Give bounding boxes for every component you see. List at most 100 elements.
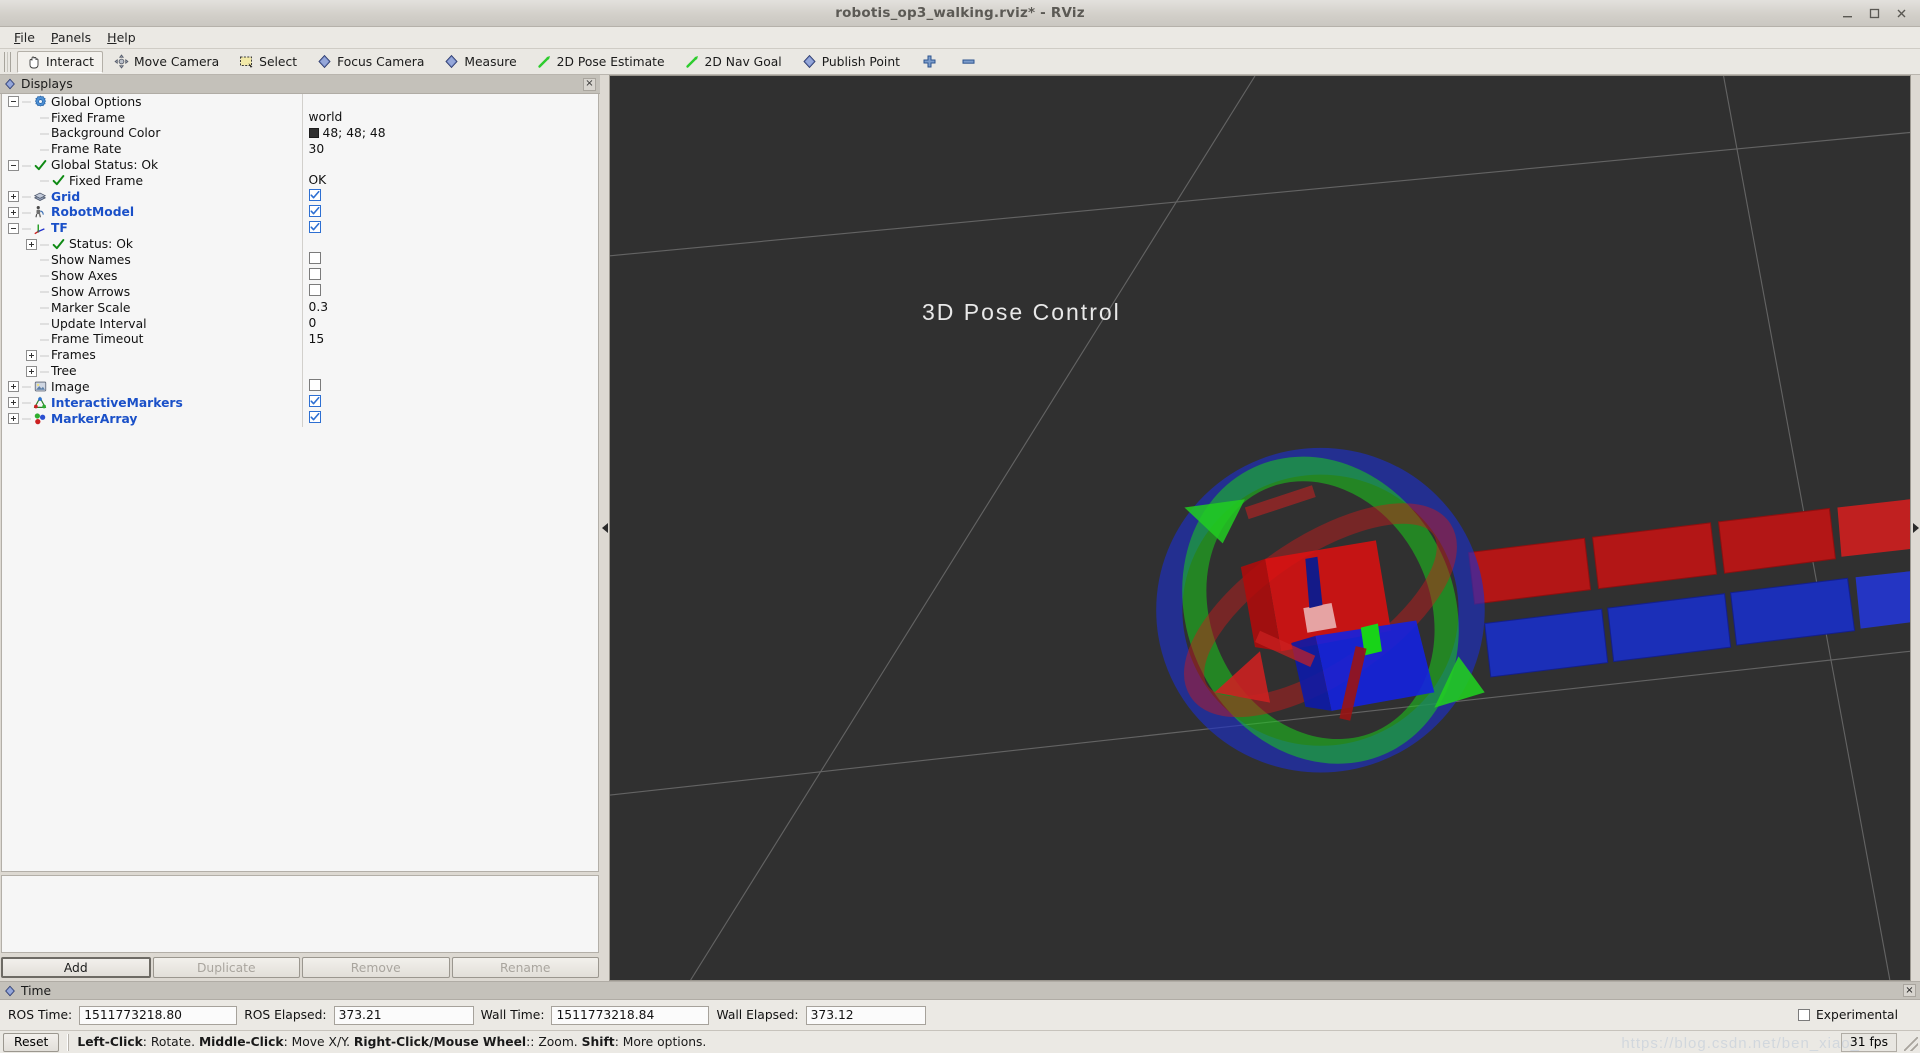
tool-2d-nav-goal[interactable]: 2D Nav Goal: [676, 51, 791, 73]
tree-row[interactable]: InteractiveMarkers: [2, 394, 598, 411]
checkbox-unchecked[interactable]: [308, 251, 321, 264]
tree-row[interactable]: Frames: [2, 347, 598, 364]
collapse-right-arrow-icon[interactable]: [1912, 523, 1919, 533]
ros-time-field[interactable]: 1511773218.80: [79, 1005, 238, 1025]
tree-row-value-cell[interactable]: [301, 267, 598, 284]
checkbox-unchecked[interactable]: [308, 283, 321, 296]
add-button[interactable]: Add: [1, 957, 151, 978]
experimental-toggle[interactable]: Experimental: [1797, 1008, 1912, 1022]
tree-row-value-cell[interactable]: 15: [301, 331, 598, 348]
tree-row-value-cell[interactable]: [301, 363, 598, 379]
maximize-icon[interactable]: [1868, 7, 1881, 20]
checkbox-unchecked[interactable]: [308, 267, 321, 280]
tree-row[interactable]: Status: Ok: [2, 236, 598, 252]
tree-row-value-cell[interactable]: [301, 220, 598, 237]
tree-row[interactable]: RobotModel: [2, 204, 598, 221]
tool-add[interactable]: [911, 51, 948, 73]
tree-row[interactable]: Global Options: [2, 94, 598, 110]
tool-2d-pose-estimate[interactable]: 2D Pose Estimate: [528, 51, 674, 73]
tree-row[interactable]: Marker Scale 0.3: [2, 299, 598, 316]
expand-icon[interactable]: [8, 381, 19, 393]
tool-remove[interactable]: [950, 51, 987, 73]
tree-row[interactable]: Frame Timeout 15: [2, 331, 598, 348]
tree-row[interactable]: MarkerArray: [2, 410, 598, 427]
tree-row-value-cell[interactable]: [301, 283, 598, 300]
tree-row-value-cell[interactable]: OK: [301, 172, 598, 189]
checkbox-checked[interactable]: [308, 220, 321, 233]
tree-row[interactable]: Global Status: Ok: [2, 157, 598, 173]
tree-row-value-cell[interactable]: 48; 48; 48: [301, 125, 598, 142]
tree-row[interactable]: Update Interval 0: [2, 315, 598, 332]
tree-row-value-cell[interactable]: [301, 157, 598, 173]
tool-select[interactable]: Select: [230, 51, 306, 73]
time-close-icon[interactable]: ×: [1903, 984, 1916, 997]
expand-icon[interactable]: [8, 206, 19, 218]
checkbox-checked[interactable]: [308, 189, 321, 202]
close-icon[interactable]: [1895, 7, 1908, 20]
tree-row-value-cell[interactable]: [301, 394, 598, 411]
tree-row[interactable]: Tree: [2, 363, 598, 379]
tree-row[interactable]: Grid: [2, 188, 598, 205]
tool-interact[interactable]: Interact: [17, 50, 103, 73]
tree-row-value-cell[interactable]: 30: [301, 141, 598, 158]
expand-icon[interactable]: [8, 413, 19, 425]
tree-row[interactable]: TF: [2, 220, 598, 237]
checkbox-unchecked[interactable]: [308, 378, 321, 391]
render-viewport[interactable]: 3D Pose Control: [609, 75, 1911, 981]
tree-row-value-cell[interactable]: [301, 378, 598, 395]
tree-row[interactable]: Show Arrows: [2, 283, 598, 300]
tool-publish-point[interactable]: Publish Point: [793, 51, 909, 73]
collapse-icon[interactable]: [8, 159, 19, 171]
checkbox-checked[interactable]: [308, 411, 321, 424]
tree-row-value-cell[interactable]: [301, 94, 598, 110]
tree-row-value-cell[interactable]: [301, 204, 598, 221]
expand-icon[interactable]: [8, 397, 19, 409]
tree-row-value-cell[interactable]: [301, 188, 598, 205]
checkbox-checked[interactable]: [308, 395, 321, 408]
expand-icon[interactable]: [8, 191, 19, 203]
tool-move-camera[interactable]: Move Camera: [105, 51, 228, 73]
collapse-icon[interactable]: [8, 222, 19, 234]
menu-file[interactable]: File: [6, 28, 43, 47]
tree-row-value-cell[interactable]: 0: [301, 315, 598, 332]
tree-row[interactable]: Frame Rate 30: [2, 141, 598, 158]
displays-tree[interactable]: Global Options Fixed Frame world Background…: [1, 94, 599, 872]
minimize-icon[interactable]: [1841, 7, 1854, 20]
remove-button[interactable]: Remove: [302, 957, 450, 978]
right-dock-splitter[interactable]: [1911, 75, 1920, 981]
color-swatch[interactable]: [308, 127, 319, 138]
tree-row-value-cell[interactable]: [301, 251, 598, 268]
tool-measure[interactable]: Measure: [435, 51, 525, 73]
menu-help[interactable]: Help: [99, 28, 144, 47]
tree-row-value-cell[interactable]: world: [301, 109, 598, 126]
expand-icon[interactable]: [26, 365, 37, 377]
displays-close-icon[interactable]: ×: [583, 77, 596, 91]
tree-row[interactable]: Show Names: [2, 251, 598, 268]
ros-elapsed-field[interactable]: 373.21: [333, 1005, 474, 1025]
left-dock-splitter[interactable]: [600, 75, 609, 981]
experimental-checkbox[interactable]: [1797, 1009, 1810, 1021]
tree-row-value-cell[interactable]: [301, 236, 598, 252]
rename-button[interactable]: Rename: [451, 957, 599, 978]
collapse-icon[interactable]: [8, 96, 19, 108]
collapse-left-arrow-icon[interactable]: [601, 523, 608, 533]
reset-button[interactable]: Reset: [3, 1032, 60, 1052]
tool-focus-camera[interactable]: Focus Camera: [308, 51, 433, 73]
tree-row[interactable]: Fixed Frame world: [2, 109, 598, 126]
expand-icon[interactable]: [26, 349, 37, 361]
tree-row[interactable]: Fixed Frame OK: [2, 172, 598, 189]
tree-row[interactable]: Background Color 48; 48; 48: [2, 125, 598, 142]
tree-row-value-cell[interactable]: 0.3: [301, 299, 598, 316]
tree-row[interactable]: Image: [2, 378, 598, 395]
wall-time-field[interactable]: 1511773218.84: [551, 1005, 710, 1025]
tree-row-value-cell[interactable]: [301, 410, 598, 427]
menu-panels[interactable]: Panels: [43, 28, 99, 47]
tree-row-value-cell[interactable]: [301, 347, 598, 364]
duplicate-button[interactable]: Duplicate: [152, 957, 300, 978]
wall-elapsed-field[interactable]: 373.12: [805, 1005, 926, 1025]
resize-grip[interactable]: [1904, 1037, 1918, 1051]
tree-row[interactable]: Show Axes: [2, 267, 598, 284]
toolbar-drag-handle[interactable]: [4, 51, 13, 72]
expand-icon[interactable]: [26, 238, 37, 250]
checkbox-checked[interactable]: [308, 204, 321, 217]
